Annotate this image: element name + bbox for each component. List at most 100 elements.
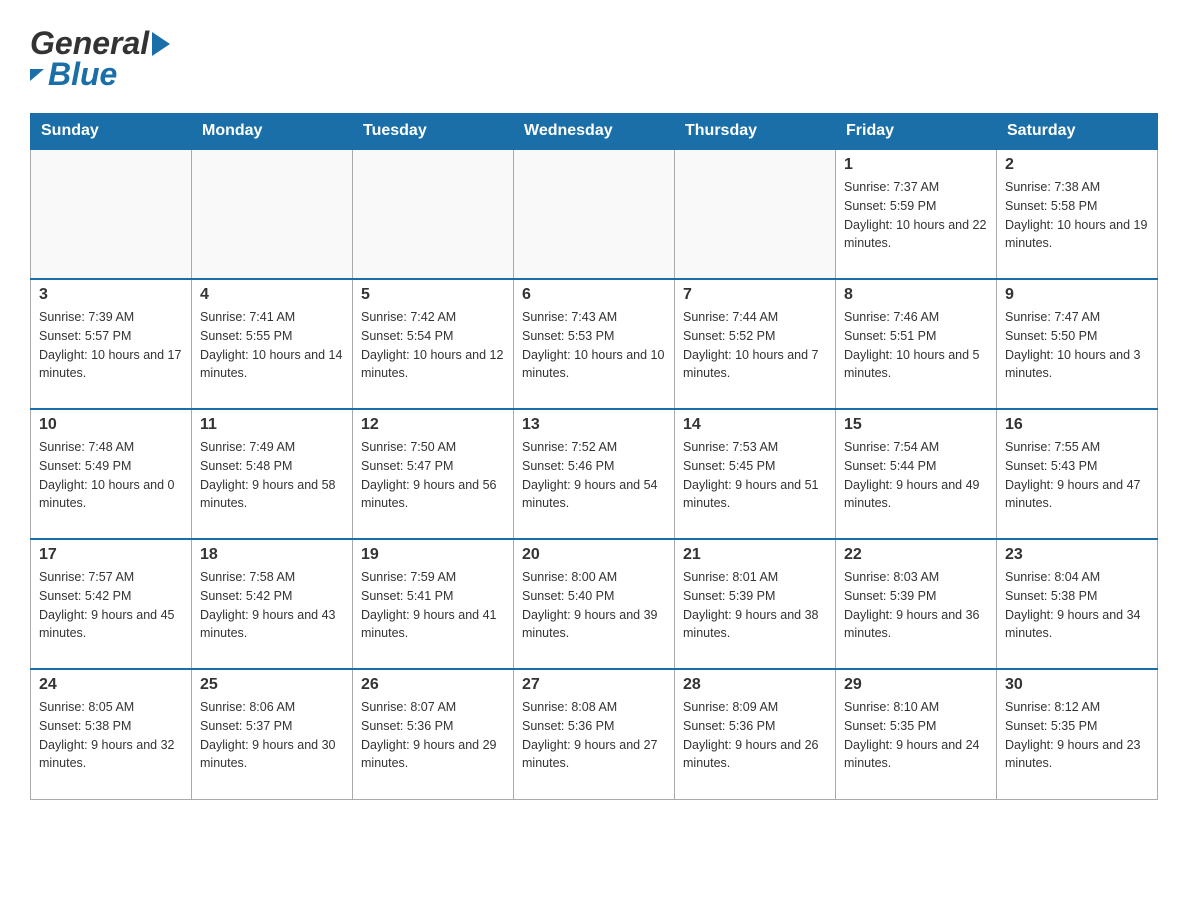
calendar-cell: 12 Sunrise: 7:50 AMSunset: 5:47 PMDayligh… bbox=[353, 409, 514, 539]
day-info: Sunrise: 8:03 AMSunset: 5:39 PMDaylight:… bbox=[844, 568, 988, 643]
calendar-cell: 10 Sunrise: 7:48 AMSunset: 5:49 PMDayligh… bbox=[31, 409, 192, 539]
calendar-cell: 4 Sunrise: 7:41 AMSunset: 5:55 PMDaylight… bbox=[192, 279, 353, 409]
day-number: 25 bbox=[200, 676, 344, 694]
day-number: 24 bbox=[39, 676, 183, 694]
calendar-cell: 14 Sunrise: 7:53 AMSunset: 5:45 PMDayligh… bbox=[675, 409, 836, 539]
day-number: 11 bbox=[200, 416, 344, 434]
calendar-cell bbox=[353, 149, 514, 279]
calendar-cell: 3Sunrise: 7:39 AMSunset: 5:57 PMDaylight… bbox=[31, 279, 192, 409]
day-number: 22 bbox=[844, 546, 988, 564]
calendar-week-row: 24 Sunrise: 8:05 AMSunset: 5:38 PMDayligh… bbox=[31, 669, 1158, 799]
calendar-cell: 6 Sunrise: 7:43 AMSunset: 5:53 PMDaylight… bbox=[514, 279, 675, 409]
day-number: 26 bbox=[361, 676, 505, 694]
calendar-cell: 22 Sunrise: 8:03 AMSunset: 5:39 PMDayligh… bbox=[836, 539, 997, 669]
day-number: 9 bbox=[1005, 286, 1149, 304]
day-info: Sunrise: 7:48 AMSunset: 5:49 PMDaylight:… bbox=[39, 438, 183, 513]
calendar-cell: 29 Sunrise: 8:10 AMSunset: 5:35 PMDayligh… bbox=[836, 669, 997, 799]
calendar-table: SundayMondayTuesdayWednesdayThursdayFrid… bbox=[30, 113, 1158, 800]
day-info: Sunrise: 7:54 AMSunset: 5:44 PMDaylight:… bbox=[844, 438, 988, 513]
weekday-header-friday: Friday bbox=[836, 114, 997, 150]
day-number: 5 bbox=[361, 286, 505, 304]
day-info: Sunrise: 8:08 AMSunset: 5:36 PMDaylight:… bbox=[522, 698, 666, 773]
weekday-header-tuesday: Tuesday bbox=[353, 114, 514, 150]
day-info: Sunrise: 8:05 AMSunset: 5:38 PMDaylight:… bbox=[39, 698, 183, 773]
page-header: General Blue bbox=[30, 20, 1158, 93]
day-number: 23 bbox=[1005, 546, 1149, 564]
day-number: 2 bbox=[1005, 156, 1149, 174]
day-info: Sunrise: 7:38 AMSunset: 5:58 PMDaylight:… bbox=[1005, 178, 1149, 253]
day-info: Sunrise: 7:37 AMSunset: 5:59 PMDaylight:… bbox=[844, 178, 988, 253]
day-number: 8 bbox=[844, 286, 988, 304]
day-number: 17 bbox=[39, 546, 183, 564]
day-info: Sunrise: 7:58 AMSunset: 5:42 PMDaylight:… bbox=[200, 568, 344, 643]
day-info: Sunrise: 7:55 AMSunset: 5:43 PMDaylight:… bbox=[1005, 438, 1149, 513]
calendar-cell bbox=[31, 149, 192, 279]
calendar-cell: 15 Sunrise: 7:54 AMSunset: 5:44 PMDayligh… bbox=[836, 409, 997, 539]
day-info: Sunrise: 7:49 AMSunset: 5:48 PMDaylight:… bbox=[200, 438, 344, 513]
day-number: 6 bbox=[522, 286, 666, 304]
day-info: Sunrise: 8:12 AMSunset: 5:35 PMDaylight:… bbox=[1005, 698, 1149, 773]
day-info: Sunrise: 8:10 AMSunset: 5:35 PMDaylight:… bbox=[844, 698, 988, 773]
calendar-cell: 16 Sunrise: 7:55 AMSunset: 5:43 PMDayligh… bbox=[997, 409, 1158, 539]
calendar-cell: 11 Sunrise: 7:49 AMSunset: 5:48 PMDayligh… bbox=[192, 409, 353, 539]
day-number: 14 bbox=[683, 416, 827, 434]
calendar-cell: 27 Sunrise: 8:08 AMSunset: 5:36 PMDayligh… bbox=[514, 669, 675, 799]
day-number: 16 bbox=[1005, 416, 1149, 434]
day-info: Sunrise: 7:47 AMSunset: 5:50 PMDaylight:… bbox=[1005, 308, 1149, 383]
calendar-cell: 20Sunrise: 8:00 AMSunset: 5:40 PMDayligh… bbox=[514, 539, 675, 669]
weekday-header-thursday: Thursday bbox=[675, 114, 836, 150]
day-number: 27 bbox=[522, 676, 666, 694]
day-info: Sunrise: 7:50 AMSunset: 5:47 PMDaylight:… bbox=[361, 438, 505, 513]
calendar-cell: 1 Sunrise: 7:37 AMSunset: 5:59 PMDaylight… bbox=[836, 149, 997, 279]
weekday-header-saturday: Saturday bbox=[997, 114, 1158, 150]
calendar-cell: 26 Sunrise: 8:07 AMSunset: 5:36 PMDayligh… bbox=[353, 669, 514, 799]
calendar-cell: 8 Sunrise: 7:46 AMSunset: 5:51 PMDaylight… bbox=[836, 279, 997, 409]
calendar-week-row: 10 Sunrise: 7:48 AMSunset: 5:49 PMDayligh… bbox=[31, 409, 1158, 539]
day-info: Sunrise: 8:09 AMSunset: 5:36 PMDaylight:… bbox=[683, 698, 827, 773]
day-number: 30 bbox=[1005, 676, 1149, 694]
day-number: 20 bbox=[522, 546, 666, 564]
day-number: 21 bbox=[683, 546, 827, 564]
calendar-cell: 9 Sunrise: 7:47 AMSunset: 5:50 PMDaylight… bbox=[997, 279, 1158, 409]
calendar-week-row: 1 Sunrise: 7:37 AMSunset: 5:59 PMDaylight… bbox=[31, 149, 1158, 279]
calendar-cell: 5 Sunrise: 7:42 AMSunset: 5:54 PMDaylight… bbox=[353, 279, 514, 409]
day-info: Sunrise: 7:46 AMSunset: 5:51 PMDaylight:… bbox=[844, 308, 988, 383]
day-info: Sunrise: 8:06 AMSunset: 5:37 PMDaylight:… bbox=[200, 698, 344, 773]
calendar-cell: 21Sunrise: 8:01 AMSunset: 5:39 PMDayligh… bbox=[675, 539, 836, 669]
day-info: Sunrise: 8:07 AMSunset: 5:36 PMDaylight:… bbox=[361, 698, 505, 773]
day-number: 19 bbox=[361, 546, 505, 564]
day-number: 4 bbox=[200, 286, 344, 304]
day-number: 29 bbox=[844, 676, 988, 694]
weekday-header-monday: Monday bbox=[192, 114, 353, 150]
day-number: 1 bbox=[844, 156, 988, 174]
calendar-cell: 2 Sunrise: 7:38 AMSunset: 5:58 PMDaylight… bbox=[997, 149, 1158, 279]
day-info: Sunrise: 7:41 AMSunset: 5:55 PMDaylight:… bbox=[200, 308, 344, 383]
calendar-week-row: 17 Sunrise: 7:57 AMSunset: 5:42 PMDayligh… bbox=[31, 539, 1158, 669]
calendar-cell bbox=[192, 149, 353, 279]
day-number: 28 bbox=[683, 676, 827, 694]
weekday-header-sunday: Sunday bbox=[31, 114, 192, 150]
calendar-cell bbox=[675, 149, 836, 279]
day-number: 3 bbox=[39, 286, 183, 304]
calendar-cell: 25 Sunrise: 8:06 AMSunset: 5:37 PMDayligh… bbox=[192, 669, 353, 799]
logo: General Blue bbox=[30, 20, 170, 93]
calendar-cell: 13 Sunrise: 7:52 AMSunset: 5:46 PMDayligh… bbox=[514, 409, 675, 539]
day-number: 15 bbox=[844, 416, 988, 434]
day-info: Sunrise: 7:53 AMSunset: 5:45 PMDaylight:… bbox=[683, 438, 827, 513]
calendar-cell: 7Sunrise: 7:44 AMSunset: 5:52 PMDaylight… bbox=[675, 279, 836, 409]
day-number: 18 bbox=[200, 546, 344, 564]
calendar-cell: 23Sunrise: 8:04 AMSunset: 5:38 PMDayligh… bbox=[997, 539, 1158, 669]
day-number: 7 bbox=[683, 286, 827, 304]
calendar-cell: 18 Sunrise: 7:58 AMSunset: 5:42 PMDayligh… bbox=[192, 539, 353, 669]
day-number: 12 bbox=[361, 416, 505, 434]
weekday-header-row: SundayMondayTuesdayWednesdayThursdayFrid… bbox=[31, 114, 1158, 150]
calendar-cell: 17 Sunrise: 7:57 AMSunset: 5:42 PMDayligh… bbox=[31, 539, 192, 669]
day-info: Sunrise: 7:42 AMSunset: 5:54 PMDaylight:… bbox=[361, 308, 505, 383]
day-number: 10 bbox=[39, 416, 183, 434]
day-number: 13 bbox=[522, 416, 666, 434]
weekday-header-wednesday: Wednesday bbox=[514, 114, 675, 150]
calendar-cell: 28 Sunrise: 8:09 AMSunset: 5:36 PMDayligh… bbox=[675, 669, 836, 799]
day-info: Sunrise: 7:52 AMSunset: 5:46 PMDaylight:… bbox=[522, 438, 666, 513]
day-info: Sunrise: 7:57 AMSunset: 5:42 PMDaylight:… bbox=[39, 568, 183, 643]
day-info: Sunrise: 7:43 AMSunset: 5:53 PMDaylight:… bbox=[522, 308, 666, 383]
